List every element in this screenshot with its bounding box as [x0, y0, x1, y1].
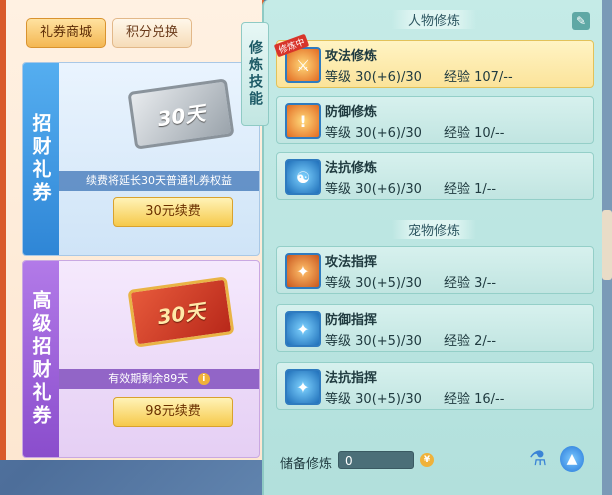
- reserve-value-field[interactable]: 0: [338, 451, 414, 469]
- gift-ticket-panel: 礼券商城 积分兑换 招财礼券 30天 续费将延长30天普通礼券权益 30元续费 …: [0, 0, 264, 460]
- paw-shield-icon: ✦: [285, 311, 321, 347]
- skill-name: 法抗修炼: [325, 161, 378, 176]
- notepad-icon[interactable]: ✎: [572, 12, 590, 30]
- skill-row-attack[interactable]: ⚔ 修炼中 攻法修炼 等级 30(+6)/30 经验 107/--: [273, 33, 594, 88]
- upgrade-icon[interactable]: ▲: [560, 446, 584, 472]
- ticket-image: 30天: [127, 78, 235, 150]
- tab-cultivation-skills[interactable]: 修炼技能: [241, 22, 269, 126]
- card-info-strip: 有效期剩余89天 i: [59, 369, 259, 389]
- skill-name: 法抗指挥: [325, 371, 378, 386]
- skill-stats: 等级 30(+6)/30 经验 107/--: [325, 70, 513, 85]
- pet-section-title: 宠物修炼: [264, 220, 604, 240]
- paw-attack-icon: ✦: [285, 253, 321, 289]
- remaining-days-text: 有效期剩余89天: [108, 372, 189, 385]
- skill-row-defense[interactable]: ! 防御修炼 等级 30(+6)/30 经验 10/--: [276, 96, 594, 144]
- reserve-label: 储备修炼: [280, 457, 333, 472]
- skill-name: 攻法修炼: [325, 49, 378, 64]
- ticket-image: 30天: [127, 276, 235, 348]
- card-side-label: 招财礼券: [23, 63, 59, 255]
- skill-name: 攻法指挥: [325, 255, 378, 270]
- potion-icon[interactable]: ⚗: [526, 446, 550, 472]
- card-side-label: 高级招财礼券: [23, 261, 59, 457]
- scroll-thumb[interactable]: [602, 210, 612, 280]
- skill-stats: 等级 30(+5)/30 经验 2/--: [325, 334, 497, 349]
- tab-ticket-mall[interactable]: 礼券商城: [26, 18, 106, 48]
- renew-30-button[interactable]: 30元续费: [113, 197, 233, 227]
- coin-icon[interactable]: ¥: [420, 453, 434, 467]
- shield-icon: !: [285, 103, 321, 139]
- info-icon[interactable]: i: [197, 373, 210, 385]
- skill-stats: 等级 30(+5)/30 经验 3/--: [325, 276, 497, 291]
- taiji-icon: ☯: [285, 159, 321, 195]
- ticket-card-premium: 高级招财礼券 30天 有效期剩余89天 i 98元续费: [22, 260, 260, 458]
- skill-name: 防御修炼: [325, 105, 378, 120]
- skill-row-magic-resist[interactable]: ☯ 法抗修炼 等级 30(+6)/30 经验 1/--: [276, 152, 594, 200]
- ticket-card-basic: 招财礼券 30天 续费将延长30天普通礼券权益 30元续费: [22, 62, 260, 256]
- reserve-bar: 储备修炼 0 ¥ ⚗ ▲: [264, 446, 604, 478]
- paw-magic-icon: ✦: [285, 369, 321, 405]
- pet-skill-row-magic-resist[interactable]: ✦ 法抗指挥 等级 30(+5)/30 经验 16/--: [276, 362, 594, 410]
- tab-points-exchange[interactable]: 积分兑换: [112, 18, 192, 48]
- pet-skill-row-defense[interactable]: ✦ 防御指挥 等级 30(+5)/30 经验 2/--: [276, 304, 594, 352]
- cultivation-panel: 人物修炼 ✎ ⚔ 修炼中 攻法修炼 等级 30(+6)/30 经验 107/-- …: [262, 0, 604, 495]
- pet-skill-row-attack[interactable]: ✦ 攻法指挥 等级 30(+5)/30 经验 3/--: [276, 246, 594, 294]
- character-section-title: 人物修炼: [264, 10, 604, 30]
- skill-stats: 等级 30(+6)/30 经验 10/--: [325, 126, 505, 141]
- skill-name: 防御指挥: [325, 313, 378, 328]
- renew-98-button[interactable]: 98元续费: [113, 397, 233, 427]
- skill-stats: 等级 30(+6)/30 经验 1/--: [325, 182, 497, 197]
- skill-stats: 等级 30(+5)/30 经验 16/--: [325, 392, 505, 407]
- card-info-strip: 续费将延长30天普通礼券权益: [59, 171, 259, 191]
